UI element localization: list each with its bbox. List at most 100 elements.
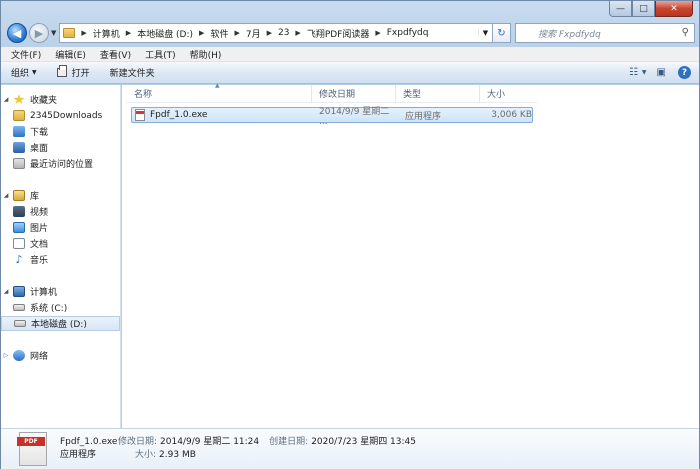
column-header-type[interactable]: 类型 — [396, 84, 480, 103]
address-row: ◀ ▶ ▼ ▶ 计算机 ▶ 本地磁盘 (D:) ▶ 软件 ▶ 7月 ▶ 23 ▶ 飞翔PDF… — [7, 21, 695, 45]
chevron-right-icon[interactable]: ▶ — [267, 29, 272, 37]
chevron-right-icon[interactable]: ▶ — [375, 29, 380, 37]
recent-places-icon — [13, 158, 25, 169]
close-button[interactable]: ✕ — [655, 1, 693, 17]
tree-item-pictures[interactable]: 图片 — [1, 220, 120, 235]
tree-network[interactable]: ▷ 网络 — [1, 348, 120, 363]
file-name: Fpdf_1.0.exe — [150, 110, 208, 120]
breadcrumb-drive-d[interactable]: 本地磁盘 (D:) — [137, 27, 193, 40]
expander-icon[interactable]: ▷ — [1, 352, 11, 359]
expander-icon[interactable]: ◢ — [1, 192, 11, 199]
tree-item-drive-c[interactable]: 系统 (C:) — [1, 300, 120, 315]
organize-button[interactable]: 组织 ▼ — [11, 66, 37, 79]
detail-created-label: 创建日期: — [269, 437, 309, 447]
open-icon — [56, 65, 67, 77]
column-label: 大小 — [487, 90, 506, 100]
tree-item-2345downloads[interactable]: 2345Downloads — [1, 108, 120, 123]
desktop-icon — [13, 142, 25, 153]
tree-label: 文档 — [30, 240, 49, 250]
file-name-cell: Fpdf_1.0.exe — [132, 109, 315, 121]
menu-help[interactable]: 帮助(H) — [190, 48, 222, 61]
expander-icon[interactable]: ◢ — [1, 96, 11, 103]
address-bar[interactable]: ▶ 计算机 ▶ 本地磁盘 (D:) ▶ 软件 ▶ 7月 ▶ 23 ▶ 飞翔PDF阅读器 ▶ F… — [59, 23, 493, 43]
help-icon[interactable]: ? — [678, 66, 691, 79]
new-folder-label: 新建文件夹 — [109, 69, 155, 79]
arrow-right-icon: ▶ — [34, 26, 44, 40]
tree-favorites[interactable]: ◢ 收藏夹 — [1, 92, 120, 107]
menu-file[interactable]: 文件(F) — [11, 48, 41, 61]
pdf-file-icon — [135, 109, 145, 121]
tree-label: 图片 — [30, 224, 49, 234]
detail-file-name: Fpdf_1.0.exe — [60, 437, 118, 447]
detail-modified-label: 修改日期: — [118, 437, 158, 447]
back-button[interactable]: ◀ — [7, 23, 27, 43]
search-placeholder: 搜索 Fxpdfydq — [538, 29, 601, 40]
minimize-button[interactable]: — — [609, 1, 632, 17]
menu-tools[interactable]: 工具(T) — [145, 48, 176, 61]
tree-item-desktop[interactable]: 桌面 — [1, 140, 120, 155]
tree-computer[interactable]: ◢ 计算机 — [1, 284, 120, 299]
pdf-file-icon: PDF — [17, 432, 47, 466]
column-headers: 名称 ▲ 修改日期 类型 大小 — [127, 82, 537, 103]
chevron-right-icon[interactable]: ▶ — [126, 29, 131, 37]
folder-icon — [13, 110, 25, 121]
tree-label: 下载 — [30, 128, 49, 138]
folder-icon — [63, 28, 76, 38]
file-date: 2014/9/9 星期二 ... — [319, 106, 390, 127]
tree-item-music[interactable]: ♪ 音乐 — [1, 252, 120, 267]
search-input[interactable]: 搜索 Fxpdfydq ⚲ — [515, 23, 695, 43]
forward-button[interactable]: ▶ — [29, 23, 49, 43]
view-options-icon[interactable]: ☷ — [629, 67, 638, 78]
breadcrumb-software[interactable]: 软件 — [210, 27, 228, 40]
menu-view[interactable]: 查看(V) — [100, 48, 131, 61]
music-icon: ♪ — [15, 253, 23, 266]
pdf-icon-label: PDF — [17, 437, 45, 446]
breadcrumb-computer[interactable]: 计算机 — [93, 27, 120, 40]
chevron-right-icon[interactable]: ▶ — [295, 29, 300, 37]
organize-label: 组织 — [11, 69, 30, 79]
chevron-right-icon[interactable]: ▶ — [199, 29, 204, 37]
star-icon — [13, 94, 25, 105]
caption-buttons: — □ ✕ — [609, 1, 693, 17]
tree-label: 最近访问的位置 — [30, 160, 94, 170]
breadcrumb-23[interactable]: 23 — [278, 28, 289, 38]
chevron-down-icon[interactable]: ▼ — [642, 69, 647, 76]
refresh-icon: ↻ — [497, 27, 506, 39]
refresh-button[interactable]: ↻ — [493, 23, 511, 43]
expander-icon[interactable]: ◢ — [1, 288, 11, 295]
library-icon — [13, 190, 25, 201]
column-header-date[interactable]: 修改日期 — [312, 84, 396, 103]
tree-item-downloads[interactable]: 下载 — [1, 124, 120, 139]
breadcrumb-pdf-reader[interactable]: 飞翔PDF阅读器 — [307, 27, 370, 40]
address-dropdown[interactable]: ▼ — [478, 29, 492, 37]
file-type: 应用程序 — [405, 111, 442, 122]
tree-item-videos[interactable]: 视频 — [1, 204, 120, 219]
tree-item-recent[interactable]: 最近访问的位置 — [1, 156, 120, 171]
tree-label: 收藏夹 — [30, 96, 58, 106]
menu-edit[interactable]: 编辑(E) — [55, 48, 86, 61]
breadcrumb-fxpdfydq[interactable]: Fxpdfydq — [387, 28, 429, 38]
download-icon — [13, 126, 25, 137]
tree-item-documents[interactable]: 文档 — [1, 236, 120, 251]
column-label: 修改日期 — [319, 90, 356, 100]
file-list-pane[interactable]: 名称 ▲ 修改日期 类型 大小 Fpdf_1.0.exe 2014/9/9 星期… — [122, 82, 699, 428]
breadcrumb-july[interactable]: 7月 — [246, 27, 261, 40]
chevron-right-icon[interactable]: ▶ — [81, 29, 86, 37]
tree-item-drive-d[interactable]: 本地磁盘 (D:) — [1, 316, 120, 331]
open-button[interactable]: 打开 — [56, 65, 90, 79]
detail-file-type: 应用程序 — [60, 450, 97, 460]
column-header-size[interactable]: 大小 — [480, 85, 537, 103]
preview-pane-icon[interactable]: ▣ — [657, 67, 666, 78]
new-folder-button[interactable]: 新建文件夹 — [110, 66, 155, 79]
search-icon[interactable]: ⚲ — [682, 27, 689, 38]
column-header-name[interactable]: 名称 ▲ — [127, 82, 312, 103]
detail-created-value: 2020/7/23 星期四 13:45 — [311, 437, 416, 447]
chevron-right-icon[interactable]: ▶ — [234, 29, 239, 37]
tree-libraries[interactable]: ◢ 库 — [1, 188, 120, 203]
drive-icon — [13, 304, 25, 311]
detail-modified-value: 2014/9/9 星期二 11:24 — [160, 437, 260, 447]
tree-label: 视频 — [30, 208, 49, 218]
maximize-button[interactable]: □ — [632, 1, 655, 17]
recent-pages-dropdown[interactable]: ▼ — [51, 29, 56, 37]
file-row[interactable]: Fpdf_1.0.exe 2014/9/9 星期二 ... 应用程序 3,006… — [131, 107, 533, 127]
